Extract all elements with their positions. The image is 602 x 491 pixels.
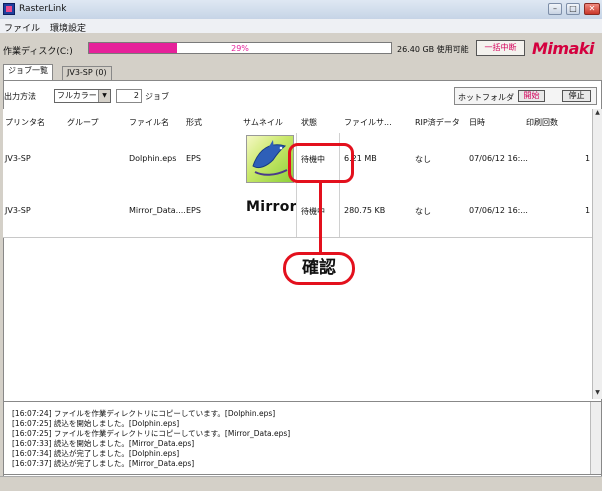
log-line: [16:07:37] 読込が完了しました。[Mirror_Data.eps] — [12, 459, 195, 468]
cell-printer: JV3-SP — [5, 154, 31, 163]
output-method-value: フルカラー — [57, 91, 97, 100]
cell-format: EPS — [186, 154, 201, 163]
window-title: RasterLink — [19, 4, 67, 14]
column-header-status[interactable]: 状態 — [301, 117, 317, 128]
cell-datetime: 07/06/12 16:... — [469, 154, 528, 163]
disk-status-row: 作業ディスク(C:) 29% 26.40 GB 使用可能 一括中断 Mimaki — [0, 33, 602, 63]
tab-printer-jv3sp[interactable]: JV3-SP (0) — [62, 66, 112, 80]
tab-job-list[interactable]: ジョブ一覧 — [3, 64, 53, 80]
dropdown-arrow-icon[interactable]: ▼ — [98, 90, 110, 102]
close-button[interactable]: ✕ — [584, 3, 600, 15]
output-method-select[interactable]: フルカラー ▼ — [54, 89, 111, 103]
column-divider — [296, 185, 297, 237]
status-bar — [0, 476, 602, 491]
scroll-up-icon[interactable]: ▲ — [593, 109, 602, 119]
column-header-filesize[interactable]: ファイルサ... — [344, 117, 392, 128]
disk-free-space: 26.40 GB 使用可能 — [397, 45, 469, 54]
column-header-format[interactable]: 形式 — [186, 117, 202, 128]
column-header-rip[interactable]: RIP済データ — [415, 117, 460, 128]
hotfolder-start-button[interactable]: 開始 — [518, 90, 545, 102]
app-icon — [3, 3, 15, 15]
thumbnail-image — [246, 135, 294, 183]
thumbnail-image: Mirror — [246, 187, 297, 235]
job-count: 2 — [116, 89, 142, 103]
disk-usage-percent: 29% — [231, 44, 249, 53]
hotfolder-stop-button[interactable]: 停止 — [562, 90, 591, 102]
table-row[interactable]: JV3-SP Mirror_Data.... EPS Mirror 待機中 28… — [3, 185, 592, 238]
disk-usage-bar: 29% — [88, 42, 392, 54]
stop-all-button[interactable]: 一括中断 — [476, 40, 525, 56]
cell-filename: Dolphin.eps — [129, 154, 177, 163]
cell-rip: なし — [415, 155, 431, 164]
thumbnail-text: Mirror — [246, 199, 297, 215]
hotfolder-label: ホットフォルダ — [458, 93, 514, 102]
annotation-highlight — [288, 143, 354, 183]
menu-bar: ファイル 環境設定 — [0, 19, 602, 34]
cell-print-count: 1 — [585, 154, 591, 163]
job-count-unit: ジョブ — [145, 92, 169, 101]
cell-format: EPS — [186, 206, 201, 215]
column-header-group[interactable]: グループ — [67, 117, 99, 128]
log-scrollbar[interactable] — [590, 402, 601, 474]
disk-label: 作業ディスク(C:) — [3, 47, 73, 57]
scroll-down-icon[interactable]: ▼ — [593, 389, 602, 399]
column-header-thumbnail[interactable]: サムネイル — [243, 117, 283, 128]
cell-print-count: 1 — [585, 206, 591, 215]
annotation-connector — [319, 183, 322, 252]
application-window: RasterLink – □ ✕ ファイル 環境設定 作業ディスク(C:) 29… — [0, 0, 602, 491]
brand-logo: Mimaki — [532, 39, 595, 58]
cell-filesize: 280.75 KB — [344, 206, 386, 215]
annotation-label: 確認 — [283, 252, 355, 285]
column-header-print-count[interactable]: 印刷回数 — [526, 117, 558, 128]
maximize-button[interactable]: □ — [566, 3, 580, 15]
title-bar: RasterLink – □ ✕ — [0, 0, 602, 20]
cell-filename: Mirror_Data.... — [129, 206, 186, 215]
hotfolder-group: ホットフォルダ 開始 停止 — [454, 87, 597, 105]
dolphin-image — [252, 140, 288, 176]
log-panel: [16:07:24] ファイルを作業ディレクトリにコピーしています。[Dolph… — [3, 401, 602, 475]
output-method-label: 出力方法 — [4, 92, 36, 101]
cell-datetime: 07/06/12 16:... — [469, 206, 528, 215]
cell-rip: なし — [415, 207, 431, 216]
tab-bar: ジョブ一覧 JV3-SP (0) — [0, 64, 602, 80]
minimize-button[interactable]: – — [548, 3, 562, 15]
job-toolbar: 出力方法 フルカラー ▼ 2 ジョブ ホットフォルダ 開始 停止 — [3, 85, 602, 105]
column-header-datetime[interactable]: 日時 — [469, 117, 485, 128]
column-header-filename[interactable]: ファイル名 — [129, 117, 169, 128]
table-header: プリンタ名 グループ ファイル名 形式 サムネイル 状態 ファイルサ... RI… — [3, 109, 592, 134]
column-header-printer[interactable]: プリンタ名 — [5, 117, 45, 128]
column-divider — [339, 185, 340, 237]
table-scrollbar[interactable]: ▲ ▼ — [592, 109, 602, 399]
cell-printer: JV3-SP — [5, 206, 31, 215]
